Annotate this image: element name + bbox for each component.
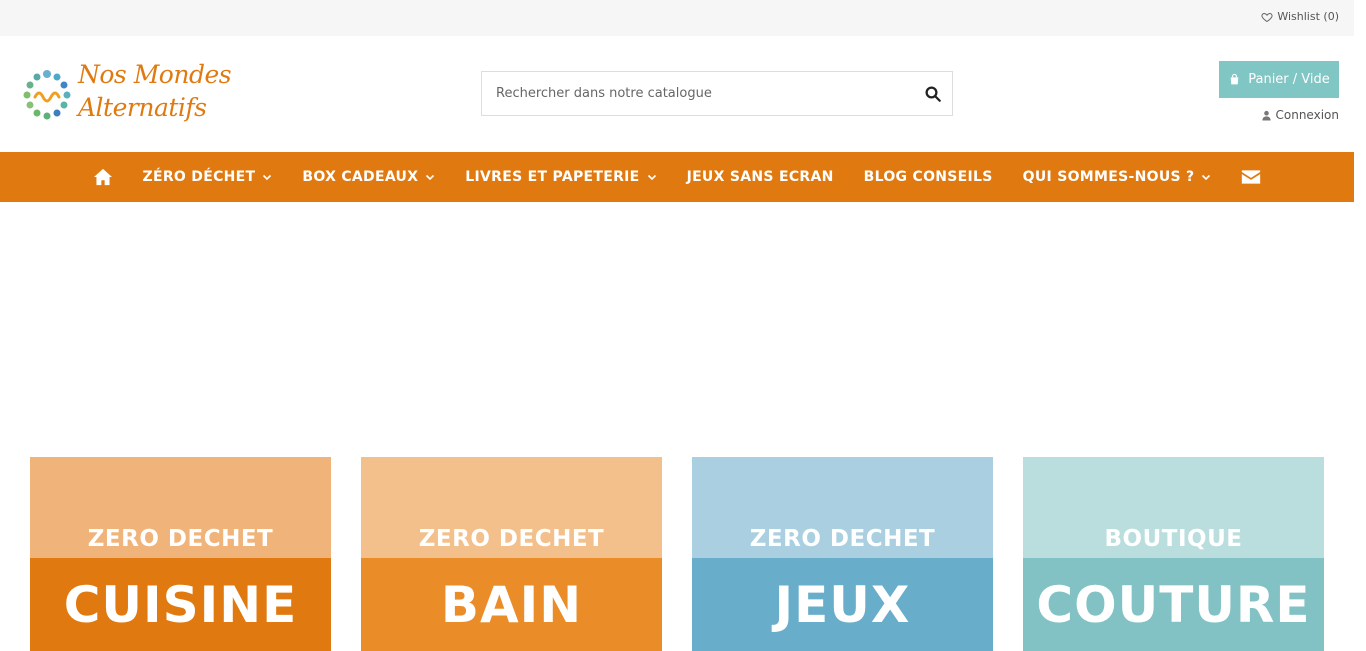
user-icon bbox=[1261, 110, 1271, 121]
logo-dots-icon bbox=[23, 70, 71, 120]
tile-couture[interactable]: BOUTIQUE COUTURE bbox=[1023, 457, 1324, 651]
site-logo[interactable]: Nos Mondes Alternatifs bbox=[20, 58, 232, 130]
tile-title: JEUX bbox=[774, 575, 911, 634]
tile-bain[interactable]: ZERO DECHET BAIN bbox=[361, 457, 662, 651]
tile-upper: ZERO DECHET bbox=[361, 457, 662, 558]
site-header: Nos Mondes Alternatifs Panier / Vide Con… bbox=[0, 36, 1354, 152]
tile-lower: BAIN bbox=[361, 558, 662, 651]
nav-item-label: BLOG CONSEILS bbox=[863, 169, 993, 185]
nav-item-label: JEUX SANS ECRAN bbox=[686, 169, 834, 185]
envelope-icon[interactable] bbox=[1241, 168, 1261, 186]
tile-title: BAIN bbox=[440, 575, 583, 634]
tile-lower: CUISINE bbox=[30, 558, 331, 651]
nav-item-zero-dechet[interactable]: ZÉRO DÉCHET bbox=[143, 169, 273, 185]
search-input[interactable] bbox=[482, 72, 902, 115]
cart-label: Panier / Vide bbox=[1248, 72, 1330, 87]
home-icon[interactable] bbox=[93, 168, 113, 186]
tile-lower: COUTURE bbox=[1023, 558, 1324, 651]
wishlist-label: Wishlist (0) bbox=[1277, 10, 1339, 23]
search-icon[interactable] bbox=[924, 85, 942, 103]
nav-item-qui-sommes-nous[interactable]: QUI SOMMES-NOUS ? bbox=[1023, 169, 1212, 185]
tile-lower: JEUX bbox=[692, 558, 993, 651]
tile-subtitle: BOUTIQUE bbox=[1104, 526, 1243, 552]
nav-item-box-cadeaux[interactable]: BOX CADEAUX bbox=[302, 169, 435, 185]
category-tiles: ZERO DECHET CUISINE ZERO DECHET BAIN ZER… bbox=[30, 457, 1324, 651]
chevron-down-icon bbox=[647, 174, 656, 181]
logo-line-2: Alternatifs bbox=[78, 93, 207, 122]
nav-item-label: ZÉRO DÉCHET bbox=[142, 169, 256, 185]
tile-cuisine[interactable]: ZERO DECHET CUISINE bbox=[30, 457, 331, 651]
tile-upper: ZERO DECHET bbox=[692, 457, 993, 558]
chevron-down-icon bbox=[1202, 174, 1211, 181]
chevron-down-icon bbox=[263, 174, 272, 181]
tile-subtitle: ZERO DECHET bbox=[749, 526, 936, 552]
main-nav: ZÉRO DÉCHET BOX CADEAUX LIVRES ET PAPETE… bbox=[0, 152, 1354, 202]
tile-upper: ZERO DECHET bbox=[30, 457, 331, 558]
heart-icon bbox=[1261, 12, 1273, 22]
tile-title: COUTURE bbox=[1036, 575, 1311, 634]
shopping-bag-icon bbox=[1230, 73, 1239, 85]
tile-subtitle: ZERO DECHET bbox=[418, 526, 605, 552]
tile-subtitle: ZERO DECHET bbox=[87, 526, 274, 552]
tile-jeux[interactable]: ZERO DECHET JEUX bbox=[692, 457, 993, 651]
chevron-down-icon bbox=[426, 174, 435, 181]
nav-item-blog-conseils[interactable]: BLOG CONSEILS bbox=[864, 169, 993, 185]
nav-item-jeux-sans-ecran[interactable]: JEUX SANS ECRAN bbox=[687, 169, 834, 185]
nav-item-label: LIVRES ET PAPETERIE bbox=[465, 169, 640, 185]
logo-text: Nos Mondes Alternatifs bbox=[78, 58, 232, 124]
login-label: Connexion bbox=[1275, 108, 1340, 122]
tile-title: CUISINE bbox=[63, 575, 298, 634]
nav-item-label: QUI SOMMES-NOUS ? bbox=[1022, 169, 1195, 185]
nav-item-livres-papeterie[interactable]: LIVRES ET PAPETERIE bbox=[465, 169, 656, 185]
cart-button[interactable]: Panier / Vide bbox=[1219, 61, 1339, 98]
tile-upper: BOUTIQUE bbox=[1023, 457, 1324, 558]
nav-item-label: BOX CADEAUX bbox=[302, 169, 419, 185]
login-link[interactable]: Connexion bbox=[1261, 108, 1340, 122]
search-box bbox=[481, 71, 953, 116]
wishlist-link[interactable]: Wishlist (0) bbox=[1261, 10, 1339, 23]
logo-line-1: Nos Mondes bbox=[78, 60, 232, 89]
top-bar: Wishlist (0) bbox=[0, 0, 1354, 36]
